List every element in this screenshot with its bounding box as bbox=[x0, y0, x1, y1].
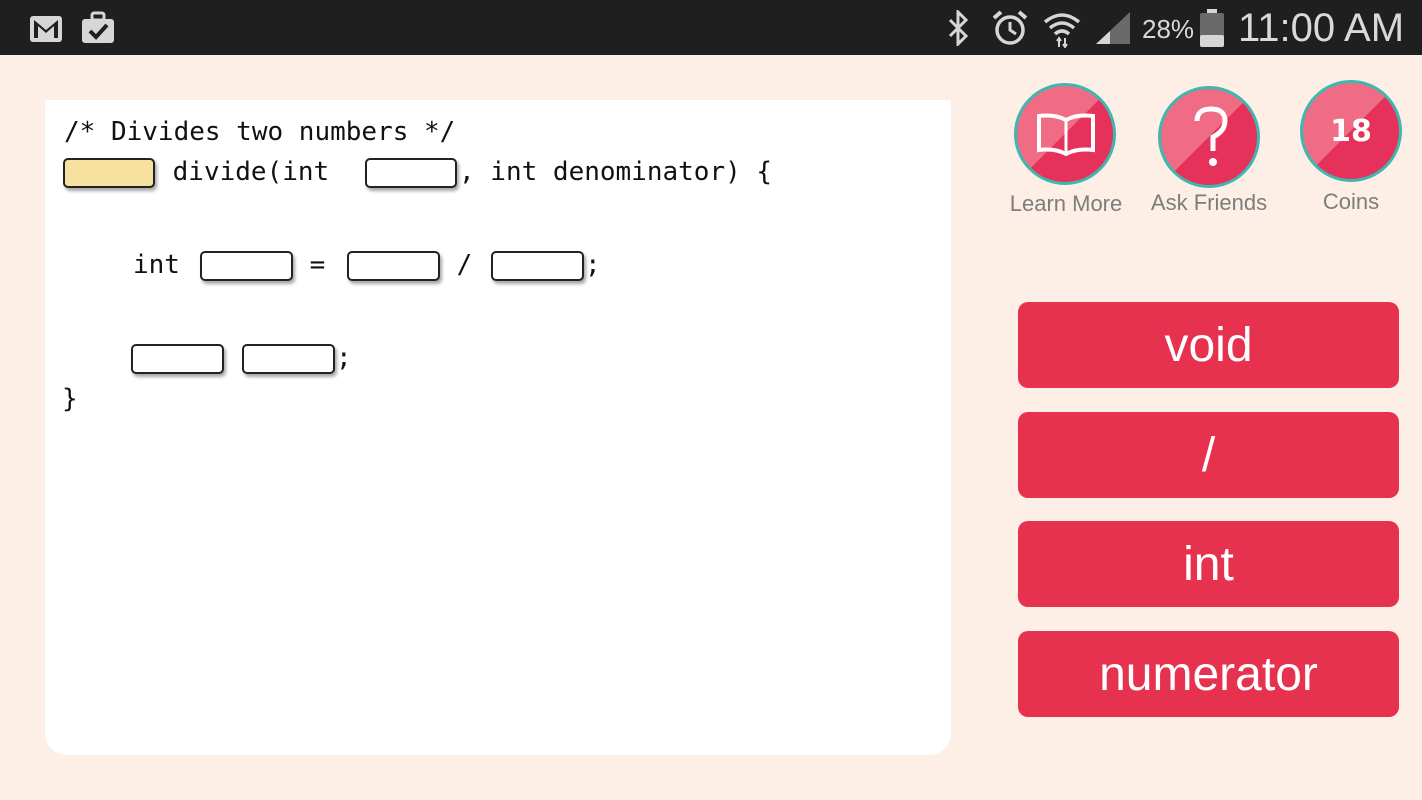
learn-more-circle[interactable] bbox=[1014, 83, 1116, 185]
question-mark-icon bbox=[1194, 106, 1228, 166]
status-bar: 28% 11:00 AM bbox=[0, 0, 1422, 55]
return-type-blank[interactable] bbox=[63, 158, 155, 188]
code-comment: /* Divides two numbers */ bbox=[64, 117, 456, 147]
code-equals: = bbox=[294, 250, 341, 280]
return-keyword-blank[interactable] bbox=[131, 344, 224, 374]
gmail-icon bbox=[30, 16, 62, 42]
code-semicolon-1: ; bbox=[585, 250, 601, 280]
book-icon bbox=[1037, 113, 1095, 156]
code-semicolon-2: ; bbox=[336, 343, 352, 373]
option-divide[interactable]: / bbox=[1018, 412, 1399, 498]
coins-circle[interactable]: 18 bbox=[1300, 80, 1402, 182]
signal-icon bbox=[1096, 12, 1130, 44]
battery-icon bbox=[1200, 9, 1224, 47]
code-panel bbox=[45, 100, 951, 755]
code-divide-operator: / bbox=[441, 250, 488, 280]
code-close-brace: } bbox=[62, 384, 78, 414]
coins-label: Coins bbox=[1322, 189, 1380, 214]
return-value-blank[interactable] bbox=[242, 344, 335, 374]
alarm-icon bbox=[992, 10, 1028, 45]
code-divide-signature: divide(int bbox=[157, 157, 345, 187]
dividend-blank[interactable] bbox=[347, 251, 440, 281]
ask-friends-circle[interactable] bbox=[1158, 86, 1260, 188]
clock: 11:00 AM bbox=[1238, 6, 1405, 50]
option-void[interactable]: void bbox=[1018, 302, 1399, 388]
divisor-blank[interactable] bbox=[491, 251, 584, 281]
var-name-blank[interactable] bbox=[200, 251, 293, 281]
code-int-keyword: int bbox=[133, 250, 196, 280]
coins-value: 18 bbox=[1330, 113, 1372, 149]
battery-percent: 28% bbox=[1142, 14, 1195, 44]
code-signature-end: , int denominator) { bbox=[459, 157, 773, 187]
briefcase-check-icon bbox=[82, 11, 114, 43]
param-name-blank[interactable] bbox=[365, 158, 457, 188]
learn-more-label: Learn More bbox=[1009, 191, 1123, 216]
option-numerator[interactable]: numerator bbox=[1018, 631, 1399, 717]
bluetooth-icon bbox=[948, 10, 969, 46]
option-int[interactable]: int bbox=[1018, 521, 1399, 607]
wifi-icon bbox=[1043, 13, 1081, 48]
ask-friends-label: Ask Friends bbox=[1150, 190, 1268, 215]
